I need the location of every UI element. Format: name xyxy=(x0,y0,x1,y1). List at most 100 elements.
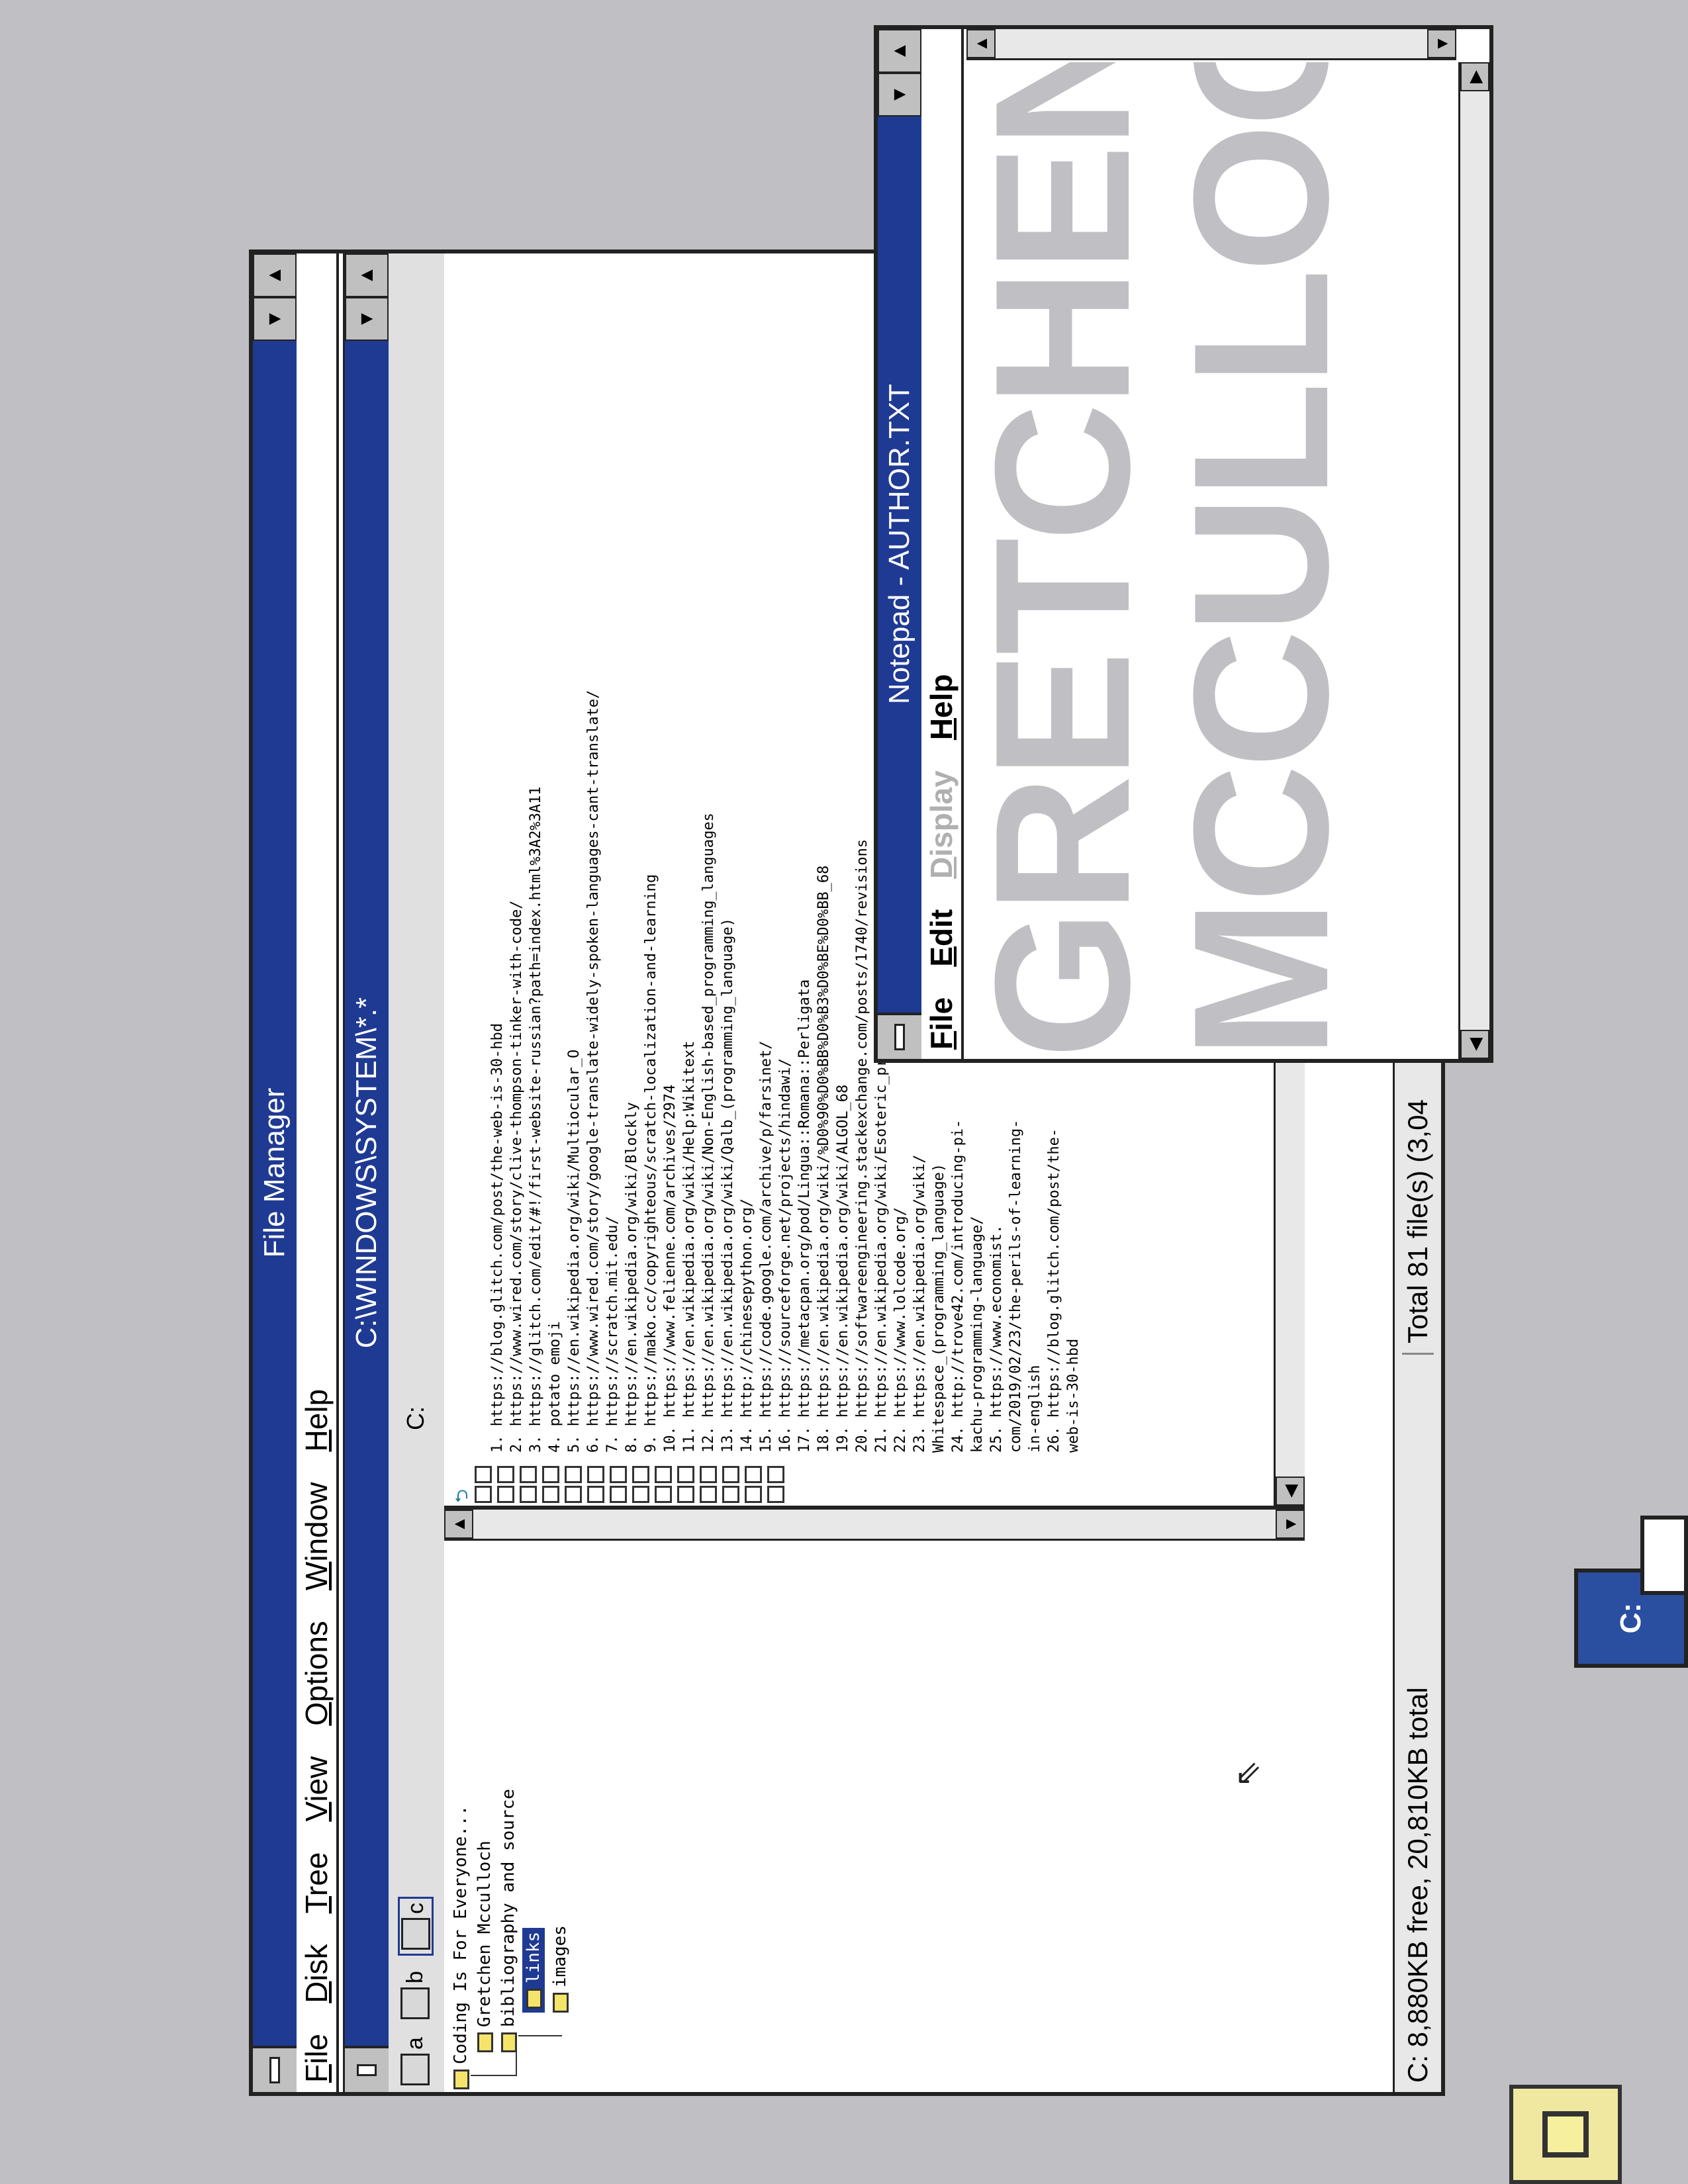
file-icon-row xyxy=(722,1457,741,1503)
link-list-item[interactable]: 2. https://www.wired.com/story/clive-tho… xyxy=(507,690,526,1453)
notepad-minimize-button[interactable]: ▼ xyxy=(878,73,921,116)
document-icon[interactable] xyxy=(767,1486,784,1503)
document-icon[interactable] xyxy=(475,1486,492,1503)
document-icon[interactable] xyxy=(475,1466,492,1483)
system-menu-icon xyxy=(269,2057,280,2083)
up-directory-icon[interactable]: ⮌ xyxy=(449,1457,472,1503)
tree-connector xyxy=(516,2052,517,2076)
arrow-up-icon: ▲ xyxy=(970,35,991,52)
menu-tree[interactable]: Tree xyxy=(299,1852,334,1914)
document-icon[interactable] xyxy=(565,1466,582,1483)
document-icon[interactable] xyxy=(587,1466,604,1483)
link-list-item[interactable]: 12. https://en.wikipedia.org/wiki/Non-En… xyxy=(699,690,718,1453)
scroll-up-button[interactable]: ▲ xyxy=(444,1510,473,1539)
document-icon[interactable] xyxy=(497,1466,514,1483)
document-icon[interactable] xyxy=(677,1486,694,1503)
document-icon[interactable] xyxy=(587,1486,604,1503)
document-icon[interactable] xyxy=(700,1466,717,1483)
menu-file[interactable]: File xyxy=(299,2034,334,2083)
notepad-maximize-button[interactable]: ▲ xyxy=(878,29,921,73)
scroll-down-button[interactable]: ▼ xyxy=(1427,29,1456,58)
file-manager-icon: C: xyxy=(1574,1516,1688,1694)
directory-maximize-button[interactable]: ▲ xyxy=(345,253,389,297)
link-list-item[interactable]: 6. https://www.wired.com/story/google-tr… xyxy=(584,690,603,1453)
drive-b[interactable]: b xyxy=(400,1971,430,2019)
document-icon[interactable] xyxy=(745,1486,762,1503)
link-list-item[interactable]: 7. https://scratch.mit.edu/ xyxy=(603,690,622,1453)
directory-system-menu[interactable] xyxy=(345,2046,389,2092)
link-list-item[interactable]: 20. https://softwareengineering.stackexc… xyxy=(853,690,872,1453)
document-icon[interactable] xyxy=(497,1486,514,1503)
tree-item-gretchen[interactable]: Gretchen Mcculloch xyxy=(475,1841,494,2052)
link-list-item[interactable]: 19. https://en.wikipedia.org/wiki/ALGOL_… xyxy=(833,690,853,1453)
scroll-left-button[interactable]: ◀ xyxy=(1460,1030,1489,1059)
document-icon[interactable] xyxy=(542,1486,559,1503)
link-list-item[interactable]: 13. https://en.wikipedia.org/wiki/Qalb_(… xyxy=(718,690,737,1453)
tree-item-bibliography[interactable]: bibliography and source xyxy=(498,1789,518,2052)
link-list-item[interactable]: 9. https://mako.cc/copyrighteous/scratch… xyxy=(641,690,661,1453)
link-list-item[interactable]: 5. https://en.wikipedia.org/wiki/Multioc… xyxy=(565,690,584,1453)
tree-item-root[interactable]: Coding Is For Everyone... xyxy=(451,1805,471,2089)
scroll-up-button[interactable]: ▲ xyxy=(966,29,996,58)
desktop-icon-file-manager[interactable] xyxy=(1575,2005,1688,2184)
file-manager-titlebar[interactable]: File Manager ▼ ▲ xyxy=(253,253,297,2092)
tree-vertical-scrollbar[interactable]: ▲ ▼ xyxy=(444,1510,1305,1541)
document-icon[interactable] xyxy=(610,1486,627,1503)
notepad-menu-help[interactable]: Help xyxy=(923,674,959,740)
document-icon[interactable] xyxy=(677,1466,694,1483)
document-icon[interactable] xyxy=(655,1486,672,1503)
link-list-item[interactable]: 3. https://glitch.com/edit/#!/first-webs… xyxy=(526,690,545,1453)
notepad-system-menu[interactable] xyxy=(878,1013,921,1059)
notepad-horizontal-scrollbar[interactable]: ◀ ▶ xyxy=(1458,62,1489,1059)
menu-view[interactable]: View xyxy=(299,1756,334,1822)
link-list-item[interactable]: 16. https://sourceforge.net/projects/hin… xyxy=(776,690,795,1453)
link-list-item[interactable]: 1. https://blog.glitch.com/post/the-web-… xyxy=(488,690,507,1453)
document-icon[interactable] xyxy=(767,1466,784,1483)
link-list-item[interactable]: 18. https://en.wikipedia.org/wiki/%D0%90… xyxy=(814,690,833,1453)
tree-item-links[interactable]: links xyxy=(522,1927,545,2013)
notepad-text-line-2: MCCULLOCH xyxy=(1154,62,1368,1059)
document-icon[interactable] xyxy=(700,1486,717,1503)
document-icon[interactable] xyxy=(655,1466,672,1483)
document-icon[interactable] xyxy=(520,1486,537,1503)
notepad-titlebar[interactable]: Notepad - AUTHOR.TXT ▼ ▲ xyxy=(878,29,921,1059)
maximize-button[interactable]: ▲ xyxy=(253,253,297,297)
menu-accel: H xyxy=(924,717,959,741)
link-list-item[interactable]: 11. https://en.wikipedia.org/wiki/Help:W… xyxy=(680,690,699,1453)
scroll-left-button[interactable]: ◀ xyxy=(1276,1477,1305,1506)
notepad-text-area[interactable]: GRETCHEN MCCULLOCH xyxy=(966,62,1456,1059)
link-list-item[interactable]: 4. potato emoji xyxy=(545,690,565,1453)
drive-c[interactable]: c xyxy=(398,1897,434,1956)
menu-help[interactable]: Help xyxy=(299,1389,334,1452)
directory-minimize-button[interactable]: ▼ xyxy=(345,297,389,341)
minimize-button[interactable]: ▼ xyxy=(253,297,297,341)
document-icon[interactable] xyxy=(610,1466,627,1483)
document-icon[interactable] xyxy=(520,1466,537,1483)
scroll-down-button[interactable]: ▼ xyxy=(1276,1510,1305,1539)
document-icon[interactable] xyxy=(745,1466,762,1483)
notepad-menu-edit[interactable]: Edit xyxy=(923,909,959,967)
link-list-item[interactable]: 15. https://code.google.com/archive/p/fa… xyxy=(757,690,776,1453)
document-icon[interactable] xyxy=(632,1466,649,1483)
menu-accel: D xyxy=(924,856,959,879)
link-list-item[interactable]: 17. https://metacpan.org/pod/Lingua::Rom… xyxy=(795,690,814,1453)
tree-item-images[interactable]: images xyxy=(550,1925,570,2013)
notepad-vertical-scrollbar[interactable]: ▲ ▼ xyxy=(966,29,1456,60)
notepad-menu-file[interactable]: File xyxy=(923,997,959,1050)
link-list-item[interactable]: 10. https://www.felienne.com/archives/29… xyxy=(661,690,680,1453)
link-list-item[interactable]: 14. http://chinesepython.org/ xyxy=(737,690,757,1453)
document-icon[interactable] xyxy=(722,1466,739,1483)
menu-window[interactable]: Window xyxy=(299,1482,334,1590)
document-icon[interactable] xyxy=(565,1486,582,1503)
link-list-item[interactable]: 8. https://en.wikipedia.org/wiki/Blockly xyxy=(622,690,641,1453)
scroll-right-button[interactable]: ▶ xyxy=(1460,62,1489,91)
system-menu-button[interactable] xyxy=(253,2046,297,2092)
drive-a[interactable]: a xyxy=(400,2037,430,2085)
document-icon[interactable] xyxy=(542,1466,559,1483)
menu-options[interactable]: Options xyxy=(299,1621,334,1726)
menu-disk[interactable]: Disk xyxy=(299,1944,334,2003)
document-icon[interactable] xyxy=(722,1486,739,1503)
document-icon[interactable] xyxy=(632,1486,649,1503)
directory-titlebar[interactable]: C:\WINDOWS\SYSTEM\*.* ▼ ▲ xyxy=(345,253,389,2092)
menu-label: isplay xyxy=(924,770,959,857)
